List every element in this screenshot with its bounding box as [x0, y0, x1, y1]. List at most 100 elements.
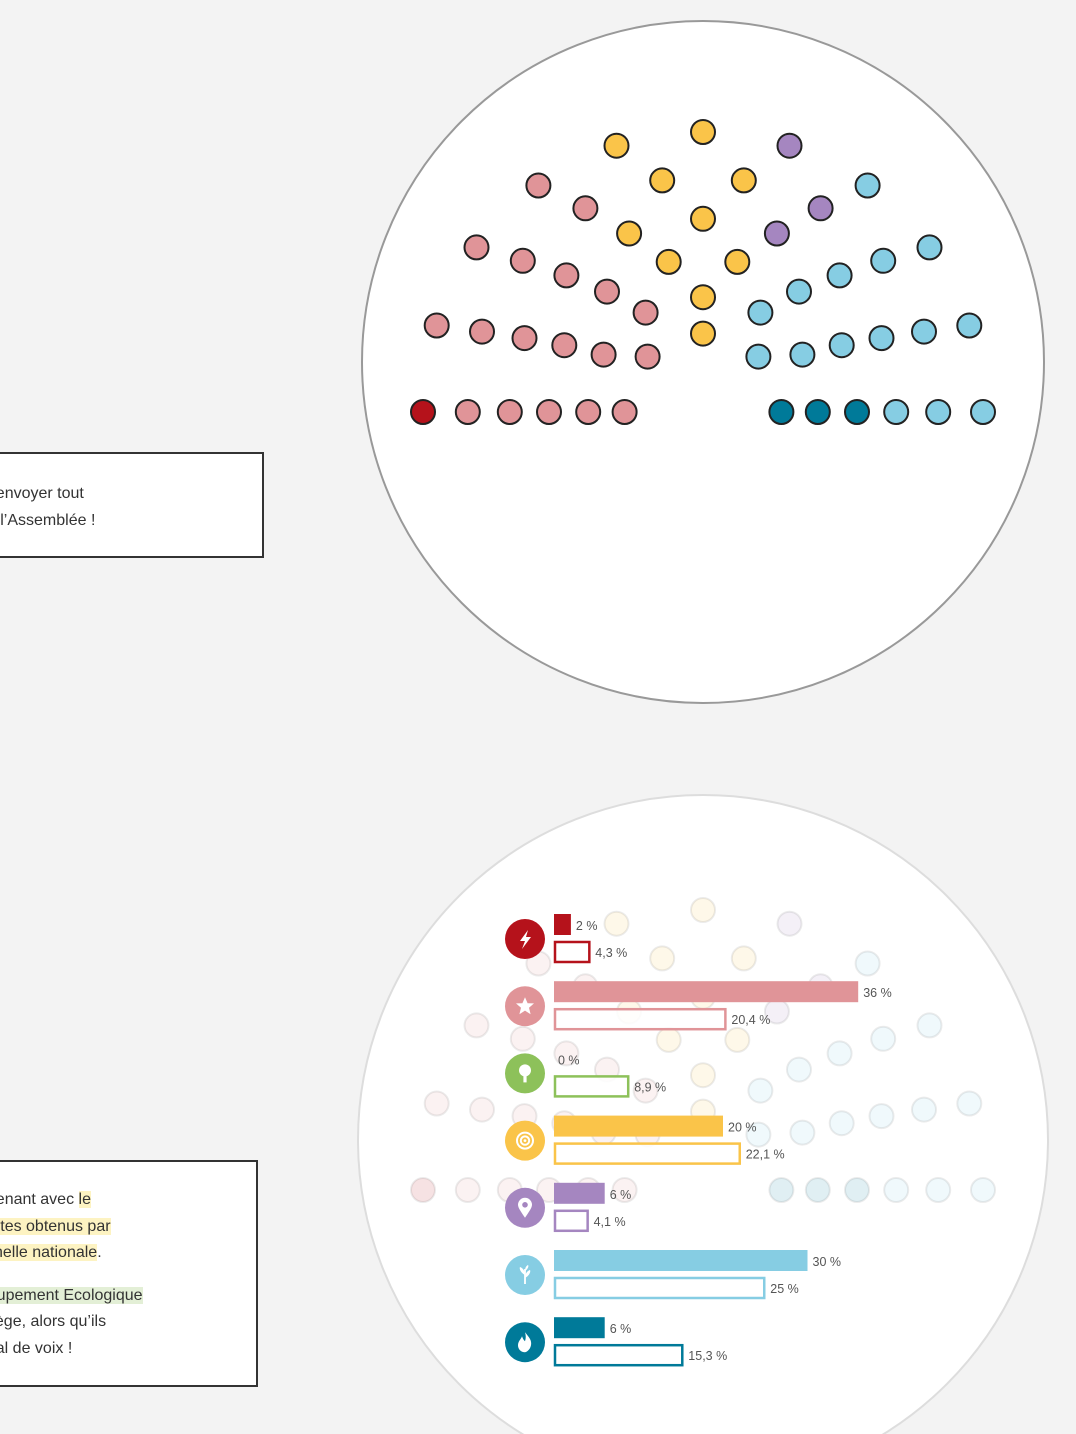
star-icon	[505, 986, 545, 1027]
seat-target	[730, 167, 757, 194]
seat-star	[551, 332, 578, 359]
seat-flame	[844, 399, 870, 425]
seat-star	[632, 299, 659, 326]
bar-filled-label: 0 %	[558, 1053, 580, 1067]
icon-path	[522, 1202, 528, 1208]
seat-star	[496, 399, 523, 425]
bar-outline	[553, 1276, 766, 1300]
seat-plant	[826, 262, 853, 289]
seat-plant	[916, 234, 943, 261]
seat-plant	[745, 343, 772, 370]
seat-plant	[828, 1110, 855, 1137]
seat-plant	[870, 1025, 897, 1052]
bar-filled-label: 36 %	[863, 986, 892, 1000]
seat-plant	[911, 318, 937, 345]
seat-plant	[747, 1077, 774, 1104]
seat-target	[690, 320, 716, 347]
seat-star	[509, 247, 536, 274]
seat-star	[575, 399, 602, 425]
seat-plant	[970, 1177, 996, 1203]
charts: 2 % 4,3 % 36 % 20,4 % 0 % 8,9 % 20 % 22,1 % 6 % 4…	[357, 20, 1049, 1434]
bar-filled	[554, 1250, 808, 1271]
icon-path	[523, 1139, 527, 1142]
bar-outline	[553, 940, 591, 964]
seat-target	[690, 119, 716, 145]
bar-outline-label: 15,3 %	[688, 1349, 727, 1363]
bar-outline-label: 4,3 %	[595, 946, 627, 960]
bar-filled	[554, 1182, 605, 1204]
seat-star	[469, 318, 495, 345]
seat-plant	[789, 1119, 816, 1146]
seat-target	[655, 248, 682, 275]
seat-star	[423, 1090, 450, 1117]
bar-outline-label: 20,4 %	[731, 1013, 770, 1027]
seat-plant	[916, 1012, 943, 1039]
bar-outline	[553, 1343, 684, 1367]
seat-target	[730, 945, 757, 972]
bar-outline-label: 4,1 %	[594, 1215, 626, 1229]
seat-star	[511, 325, 538, 352]
bar-filled	[554, 981, 859, 1003]
bar-outline-label: 22,1 %	[746, 1148, 785, 1162]
seat-star	[423, 312, 450, 339]
seat-target	[690, 1062, 716, 1089]
seat-plant	[925, 399, 952, 425]
bar-outline	[553, 1142, 741, 1165]
seat-flame	[768, 399, 795, 425]
flame-icon	[505, 1322, 545, 1363]
bar-filled-label: 6 %	[610, 1188, 632, 1202]
seat-target	[649, 167, 676, 194]
seat-plant	[883, 1177, 910, 1203]
seat-star	[509, 1025, 536, 1052]
pin-icon	[505, 1187, 545, 1228]
seat-plant	[911, 1096, 937, 1123]
bar-filled	[554, 1317, 605, 1339]
seat-target	[603, 132, 630, 159]
seat-star	[634, 343, 661, 370]
seat-star	[594, 278, 620, 305]
seat-star	[469, 1096, 495, 1123]
seat-target	[690, 205, 716, 232]
seat-plant	[883, 399, 910, 425]
seat-target	[603, 910, 630, 937]
seat-plant	[868, 325, 895, 352]
seat-star	[454, 399, 481, 425]
seat-star	[611, 399, 638, 425]
plant-icon	[505, 1255, 545, 1295]
seat-target	[724, 248, 751, 275]
bar-outline	[553, 1007, 727, 1031]
seat-lightning	[410, 399, 436, 425]
seat-flame	[804, 1177, 831, 1203]
seat-star	[454, 1177, 481, 1203]
seat-flame	[804, 399, 831, 425]
seat-target	[724, 1026, 751, 1053]
seat-target	[690, 897, 716, 923]
seat-star	[553, 262, 580, 289]
seat-plant	[854, 172, 881, 199]
bar-filled-label: 30 %	[813, 1255, 842, 1269]
seat-pin	[763, 220, 790, 247]
seat-pin	[776, 910, 803, 937]
bar-outline-label: 8,9 %	[634, 1080, 666, 1094]
seat-plant	[925, 1177, 952, 1203]
seat-plant	[828, 332, 855, 359]
seat-star	[590, 341, 617, 368]
seat-plant	[956, 312, 983, 339]
seat-pin	[807, 195, 834, 222]
seat-star	[525, 172, 552, 199]
lightning-icon	[505, 919, 545, 959]
seat-plant	[868, 1103, 895, 1130]
seat-star	[463, 234, 490, 261]
tree-icon	[505, 1053, 545, 1094]
seat-plant	[854, 950, 881, 977]
target-icon	[505, 1120, 545, 1161]
seat-plant	[747, 299, 774, 326]
seat-pin	[776, 132, 803, 159]
seat-target	[690, 284, 716, 311]
bar-outline	[553, 1075, 630, 1098]
seat-flame	[768, 1177, 795, 1203]
seat-star	[536, 399, 562, 425]
seat-target	[655, 1026, 682, 1053]
seat-plant	[956, 1090, 983, 1117]
icon-path	[523, 1074, 527, 1083]
